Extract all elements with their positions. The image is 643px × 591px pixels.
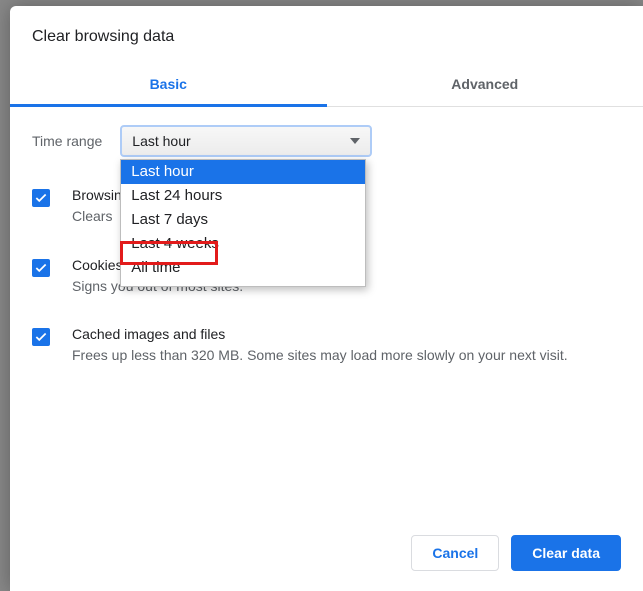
- time-range-dropdown: Last hour Last 24 hours Last 7 days Last…: [120, 159, 366, 287]
- item-desc: Frees up less than 320 MB. Some sites ma…: [72, 346, 568, 366]
- dialog-footer: Cancel Clear data: [10, 519, 643, 591]
- dialog-body: Time range Last hour Last hour Last 24 h…: [10, 107, 643, 519]
- time-range-selected-value: Last hour: [132, 133, 190, 149]
- clear-data-button[interactable]: Clear data: [511, 535, 621, 571]
- tab-bar: Basic Advanced: [10, 64, 643, 107]
- option-last-7-days[interactable]: Last 7 days: [121, 208, 365, 232]
- time-range-label: Time range: [32, 133, 102, 149]
- item-cached: Cached images and files Frees up less th…: [32, 326, 621, 366]
- tab-basic[interactable]: Basic: [10, 64, 327, 106]
- checkbox-cookies[interactable]: [32, 259, 50, 277]
- check-icon: [34, 261, 48, 275]
- item-title: Cached images and files: [72, 326, 568, 342]
- chevron-down-icon: [350, 138, 360, 144]
- checkbox-cached[interactable]: [32, 328, 50, 346]
- dialog-title: Clear browsing data: [10, 6, 643, 64]
- check-icon: [34, 330, 48, 344]
- time-range-row: Time range Last hour Last hour Last 24 h…: [32, 125, 621, 157]
- clear-browsing-data-dialog: Clear browsing data Basic Advanced Time …: [10, 6, 643, 591]
- cancel-button[interactable]: Cancel: [411, 535, 499, 571]
- item-title: Browsin: [72, 187, 122, 203]
- option-last-24-hours[interactable]: Last 24 hours: [121, 184, 365, 208]
- tab-advanced[interactable]: Advanced: [327, 64, 643, 106]
- checkbox-browsing-history[interactable]: [32, 189, 50, 207]
- item-desc: Clears: [72, 207, 122, 227]
- option-all-time[interactable]: All time: [121, 256, 365, 280]
- item-text: Cached images and files Frees up less th…: [72, 326, 568, 366]
- check-icon: [34, 191, 48, 205]
- item-text: Browsin Clears: [72, 187, 122, 227]
- time-range-select-wrap: Last hour Last hour Last 24 hours Last 7…: [120, 125, 372, 157]
- time-range-select[interactable]: Last hour: [120, 125, 372, 157]
- option-last-4-weeks[interactable]: Last 4 weeks: [121, 232, 365, 256]
- option-last-hour[interactable]: Last hour: [121, 160, 365, 184]
